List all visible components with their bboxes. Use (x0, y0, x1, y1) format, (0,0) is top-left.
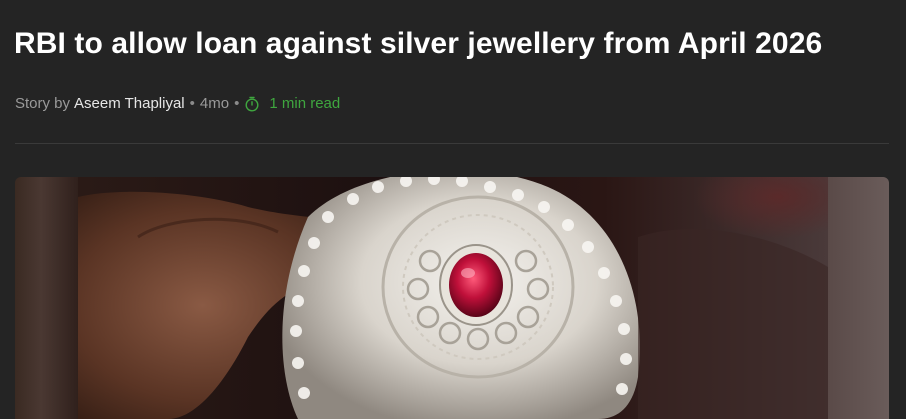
separator-dot: • (189, 95, 195, 112)
author-link[interactable]: Aseem Thapliyal (74, 92, 185, 116)
hero-image[interactable] (15, 177, 889, 419)
article-age: 4mo (199, 95, 230, 112)
byline-prefix: Story by (15, 95, 71, 112)
jewellery-photo (78, 177, 828, 419)
article-title: RBI to allow loan against silver jewelle… (14, 27, 823, 60)
read-time-label: 1 min read (269, 95, 341, 112)
read-time: 1 min read (244, 92, 340, 116)
byline: Story by Aseem Thapliyal • 4mo • 1 min r… (15, 92, 340, 116)
separator-dot: • (234, 95, 240, 112)
divider (15, 143, 889, 144)
timer-icon (245, 96, 259, 112)
jewellery-illustration (78, 177, 828, 419)
